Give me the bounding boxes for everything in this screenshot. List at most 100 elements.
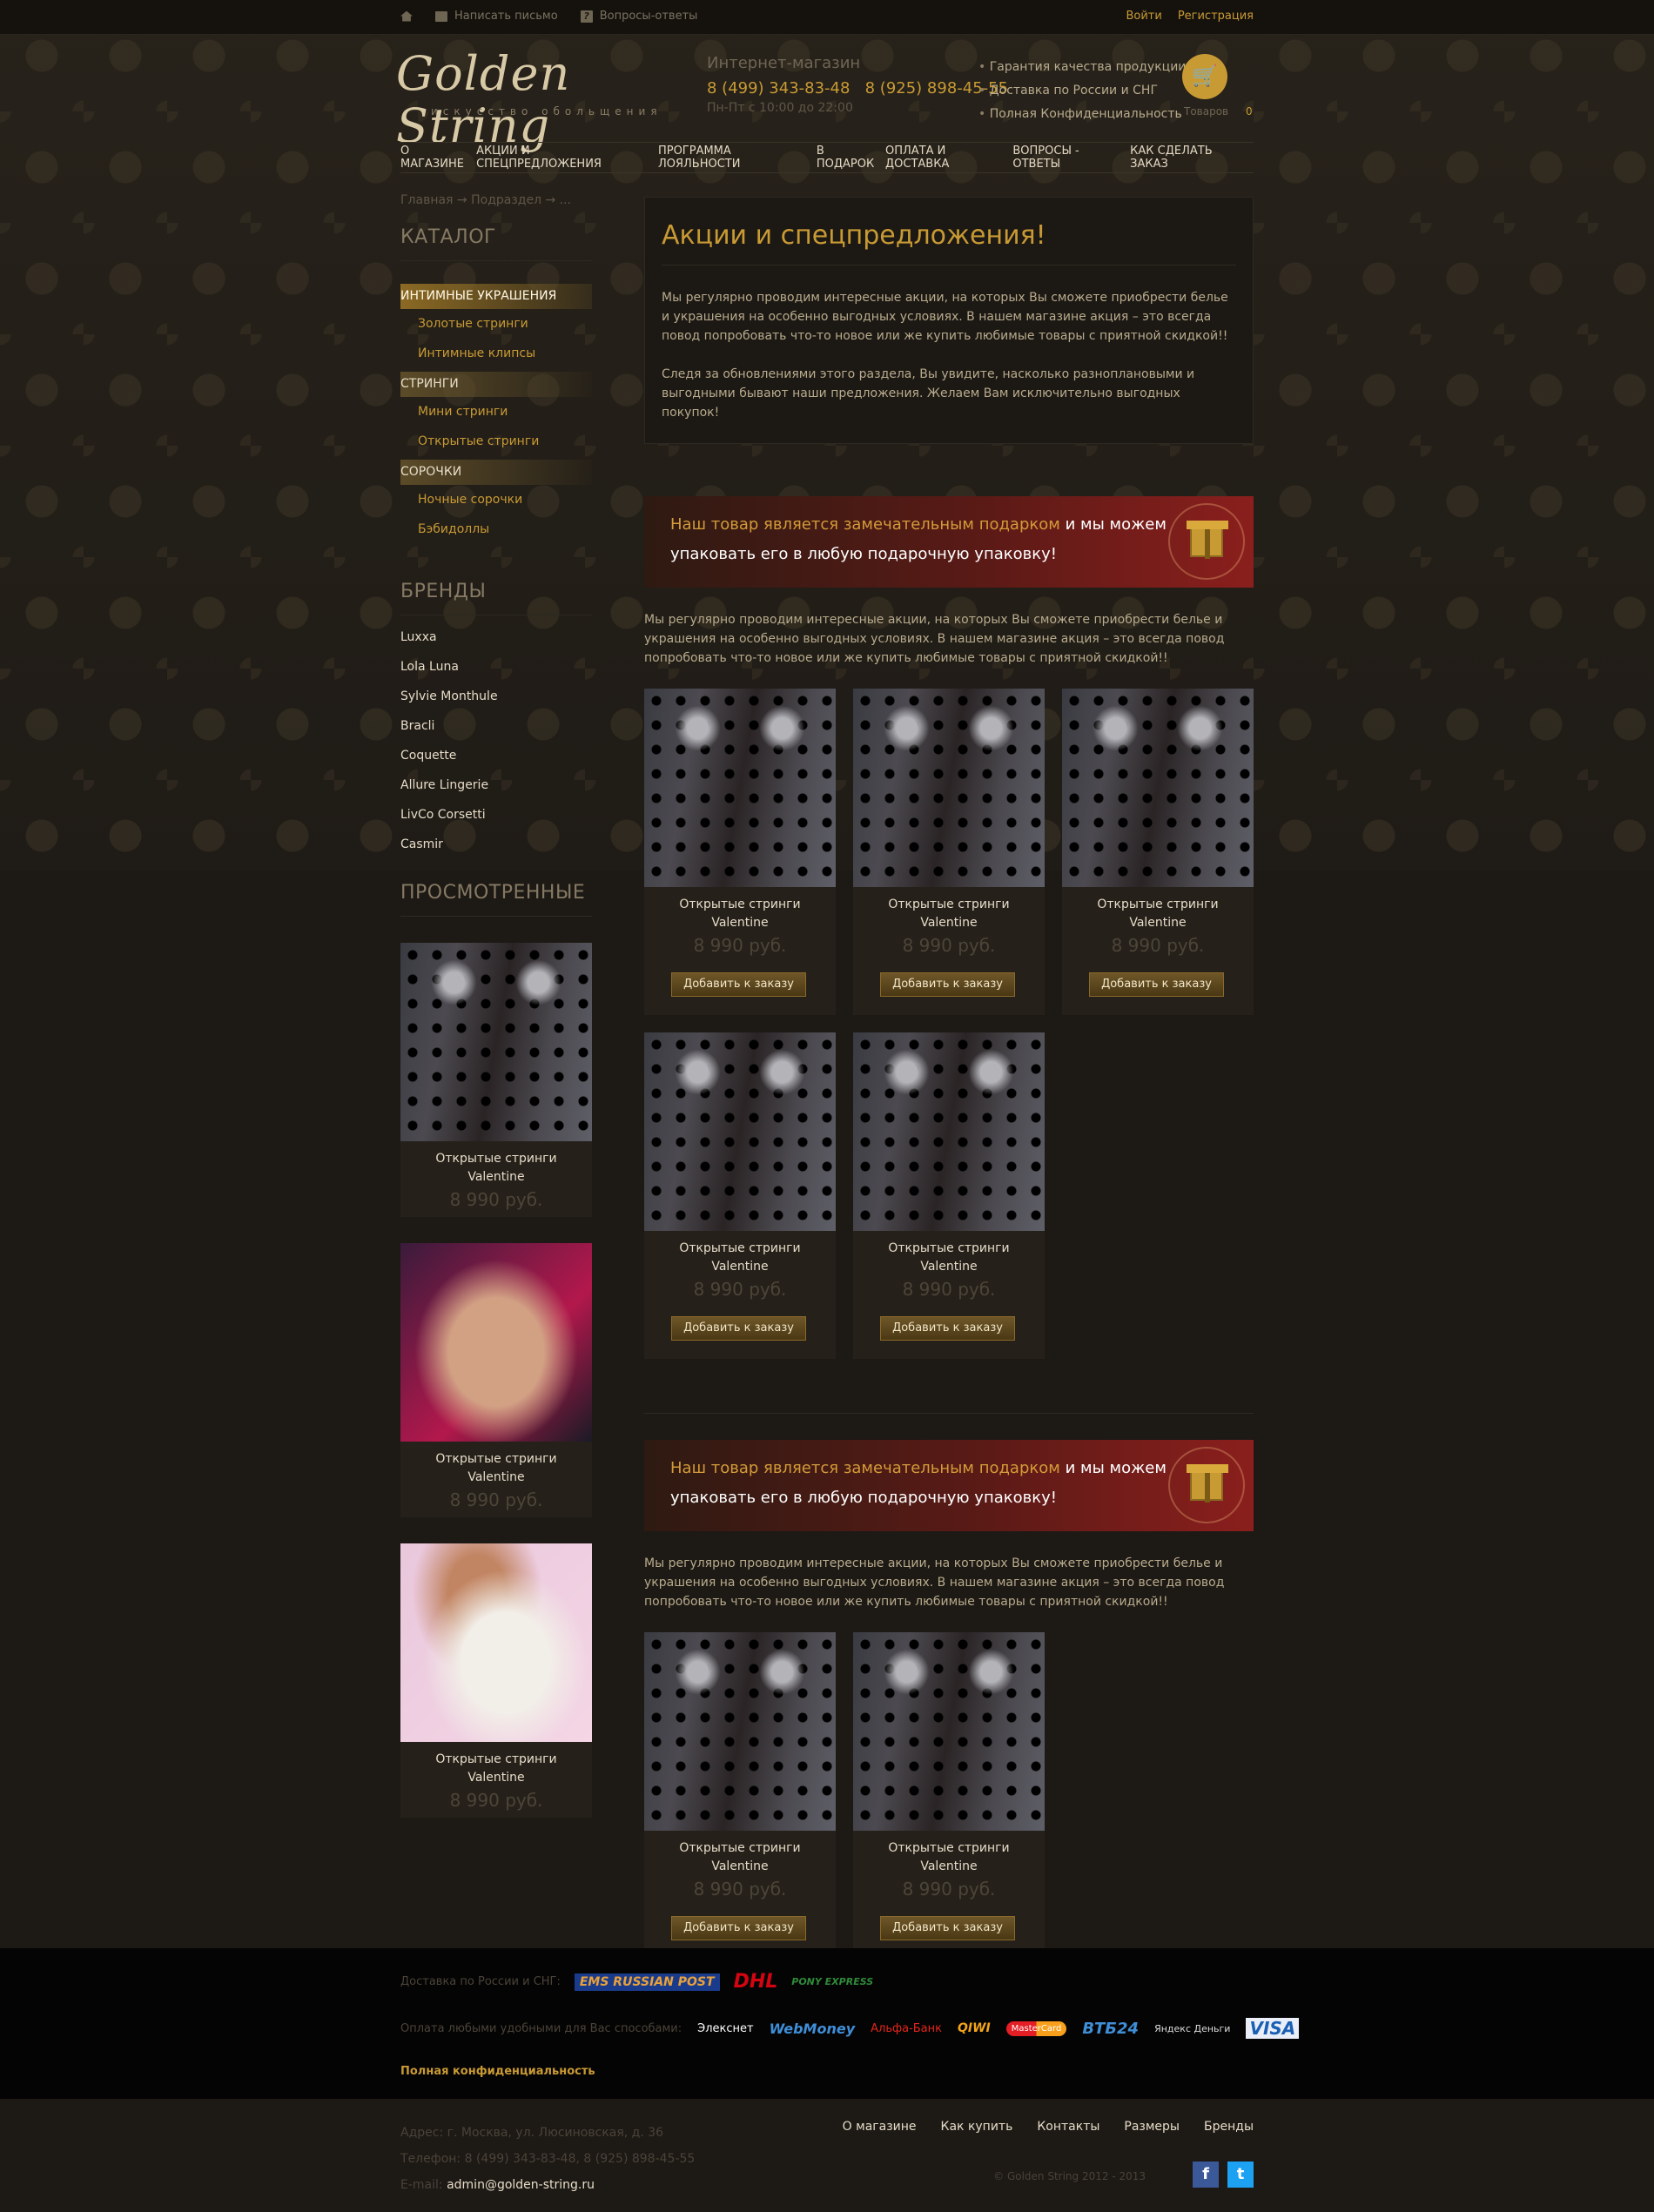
add-to-order-button[interactable]: Добавить к заказу <box>880 972 1015 997</box>
cart-icon[interactable]: 🛒 <box>1182 54 1227 99</box>
product-card[interactable]: Открытые стринги Valentine 8 990 руб. Добав… <box>644 1032 836 1359</box>
product-model: Valentine <box>467 1170 525 1184</box>
product-image[interactable] <box>400 1543 592 1742</box>
brand-link[interactable]: Allure Lingerie <box>400 770 592 800</box>
page-title: Акции и спецпредложения! <box>662 220 1236 266</box>
footer-link[interactable]: Контакты <box>1037 2120 1099 2134</box>
gift-banner[interactable]: Наш товар является замечательным подарко… <box>644 496 1254 588</box>
feature-item[interactable]: Гарантия качества продукции <box>978 56 1187 79</box>
add-to-order-button[interactable]: Добавить к заказу <box>671 972 806 997</box>
footer-link[interactable]: О магазине <box>843 2120 917 2134</box>
gift-icon <box>1168 1447 1245 1523</box>
brand-link[interactable]: Sylvie Monthule <box>400 682 592 711</box>
catalog-item[interactable]: Интимные клипсы <box>400 339 592 368</box>
product-price: 8 990 руб. <box>693 935 787 956</box>
feature-item[interactable]: Полная Конфиденциальность <box>978 103 1186 126</box>
product-name: Открытые стринги <box>1097 898 1219 911</box>
breadcrumb[interactable]: Главная → Подраздел → ... <box>400 193 571 207</box>
product-card[interactable]: Открытые стринги Valentine 8 990 руб. Добав… <box>853 689 1045 1015</box>
shop-hours: Пн-Пт с 10:00 до 22:00 <box>707 101 853 115</box>
feature-item[interactable]: Доставка по России и СНГ <box>978 79 1186 103</box>
privacy-link[interactable]: Полная конфиденциальность <box>400 2065 595 2078</box>
product-image[interactable] <box>853 689 1045 887</box>
intro-text: Мы регулярно проводим интересные акции, … <box>662 291 1228 343</box>
nav-item[interactable]: Программа лояльности <box>658 145 817 171</box>
product-image[interactable] <box>400 1243 592 1442</box>
footer-link[interactable]: Размеры <box>1124 2120 1180 2134</box>
catalog-group[interactable]: Стринги <box>400 372 592 397</box>
nav-item[interactable]: Оплата и доставка <box>885 145 1012 171</box>
catalog-item[interactable]: Открытые стринги <box>400 427 592 456</box>
brand-link[interactable]: Bracli <box>400 711 592 741</box>
faq-link[interactable]: ? Вопросы-ответы <box>580 10 697 23</box>
add-to-order-button[interactable]: Добавить к заказу <box>671 1316 806 1341</box>
dhl-logo: DHL <box>733 1971 778 1993</box>
brands-title: Бренды <box>400 581 592 615</box>
product-model: Valentine <box>920 1260 978 1274</box>
product-price: 8 990 руб. <box>449 1189 543 1210</box>
page: Написать письмо ? Вопросы-ответы Войти Ре… <box>0 0 1654 2212</box>
nav-item[interactable]: Как сделать заказ <box>1130 145 1254 171</box>
alfa-bank-logo: Альфа-Банк <box>871 2021 942 2035</box>
product-price: 8 990 руб. <box>449 1790 543 1811</box>
nav-item[interactable]: В подарок <box>817 145 885 171</box>
product-image[interactable] <box>644 1032 836 1231</box>
login-link[interactable]: Войти <box>1126 10 1161 23</box>
footer-link[interactable]: Бренды <box>1204 2120 1254 2134</box>
brand-link[interactable]: LivCo Corsetti <box>400 800 592 830</box>
catalog-item[interactable]: Ночные сорочки <box>400 485 592 514</box>
twitter-icon[interactable]: t <box>1227 2162 1254 2188</box>
product-model: Valentine <box>920 1859 978 1873</box>
brand-link[interactable]: Luxxa <box>400 622 592 652</box>
brand-link[interactable]: Casmir <box>400 830 592 859</box>
viewed-card[interactable]: Открытые стринги Valentine 8 990 руб. <box>400 943 592 1217</box>
catalog-group[interactable]: Интимные украшения <box>400 284 592 309</box>
phone-label: Телефон: <box>400 2152 461 2166</box>
catalog-group[interactable]: Сорочки <box>400 460 592 485</box>
footer-partners: Доставка по России и СНГ: EMS RUSSIAN PO… <box>0 1948 1654 2099</box>
gift-banner[interactable]: Наш товар является замечательным подарко… <box>644 1440 1254 1531</box>
home-link[interactable] <box>400 10 413 23</box>
banner-highlight: Наш товар является замечательным подарко… <box>670 1459 1060 1477</box>
product-card[interactable]: Открытые стринги Valentine 8 990 руб. Добав… <box>853 1032 1045 1359</box>
email-link[interactable]: admin@golden-string.ru <box>447 2178 595 2192</box>
add-to-order-button[interactable]: Добавить к заказу <box>671 1916 806 1940</box>
product-model: Valentine <box>711 916 769 930</box>
promo-text: Мы регулярно проводим интересные акции, … <box>644 1556 1225 1609</box>
features-list: Гарантия качества продукции Доставка по … <box>978 56 1187 126</box>
product-image[interactable] <box>644 1632 836 1831</box>
product-card[interactable]: Открытые стринги Valentine 8 990 руб. Добав… <box>644 689 836 1015</box>
brand-link[interactable]: Lola Luna <box>400 652 592 682</box>
product-image[interactable] <box>644 689 836 887</box>
product-image[interactable] <box>1062 689 1254 887</box>
footer-link[interactable]: Как купить <box>941 2120 1013 2134</box>
viewed-card[interactable]: Открытые стринги Valentine 8 990 руб. <box>400 1543 592 1818</box>
banner-text: упаковать его в любую подарочную упаковк… <box>670 545 1057 563</box>
product-price: 8 990 руб. <box>902 1879 996 1899</box>
nav-item[interactable]: О магазине <box>400 145 476 171</box>
catalog-item[interactable]: Золотые стринги <box>400 309 592 339</box>
product-image[interactable] <box>400 943 592 1141</box>
add-to-order-button[interactable]: Добавить к заказу <box>1089 972 1224 997</box>
product-card[interactable]: Открытые стринги Valentine 8 990 руб. Добав… <box>644 1632 836 1959</box>
add-to-order-button[interactable]: Добавить к заказу <box>880 1316 1015 1341</box>
product-card[interactable]: Открытые стринги Valentine 8 990 руб. Добав… <box>1062 689 1254 1015</box>
facebook-icon[interactable]: f <box>1193 2162 1219 2188</box>
logo[interactable]: Golden String искусство обольщения <box>396 48 666 152</box>
main-content: Акции и спецпредложения! Мы регулярно пр… <box>644 197 1254 1959</box>
nav-item[interactable]: Акции и спецпредложения <box>476 145 658 171</box>
product-price: 8 990 руб. <box>902 935 996 956</box>
nav-item[interactable]: Вопросы - ответы <box>1012 145 1130 171</box>
viewed-card[interactable]: Открытые стринги Valentine 8 990 руб. <box>400 1243 592 1517</box>
product-image[interactable] <box>853 1032 1045 1231</box>
write-letter-link[interactable]: Написать письмо <box>435 10 558 23</box>
product-price: 8 990 руб. <box>693 1279 787 1300</box>
catalog-item[interactable]: Мини стринги <box>400 397 592 427</box>
product-card[interactable]: Открытые стринги Valentine 8 990 руб. Добав… <box>853 1632 1045 1959</box>
product-price: 8 990 руб. <box>693 1879 787 1899</box>
catalog-item[interactable]: Бэбидоллы <box>400 514 592 544</box>
brand-link[interactable]: Coquette <box>400 741 592 770</box>
product-image[interactable] <box>853 1632 1045 1831</box>
add-to-order-button[interactable]: Добавить к заказу <box>880 1916 1015 1940</box>
register-link[interactable]: Регистрация <box>1178 10 1254 23</box>
